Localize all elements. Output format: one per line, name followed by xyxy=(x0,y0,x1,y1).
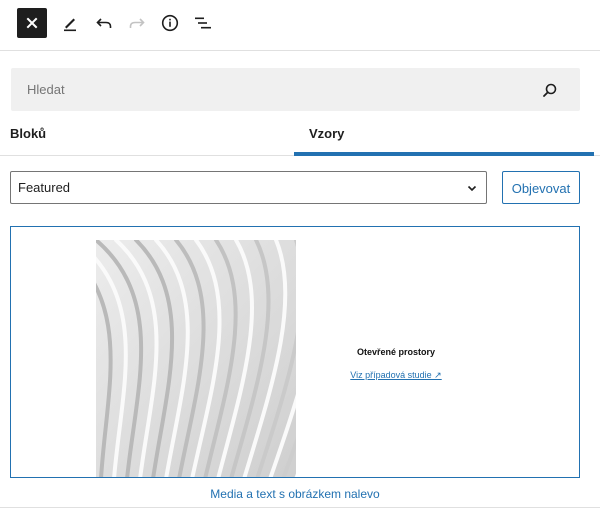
pattern-heading: Otevřené prostory xyxy=(356,347,436,357)
explore-button[interactable]: Objevovat xyxy=(502,171,580,204)
search-input[interactable] xyxy=(11,68,531,111)
divider xyxy=(0,507,600,508)
redo-button[interactable] xyxy=(122,8,152,38)
category-selected-value: Featured xyxy=(18,180,71,195)
info-icon xyxy=(161,14,179,32)
tab-blocks[interactable]: Bloků xyxy=(10,115,46,155)
pattern-image xyxy=(96,240,296,477)
pattern-preview[interactable]: Otevřené prostory Viz případová studie ↗ xyxy=(10,226,580,478)
list-view-button[interactable] xyxy=(188,8,218,38)
pattern-link: Viz případová studie ↗ xyxy=(350,370,442,380)
list-view-icon xyxy=(195,17,211,29)
search-box xyxy=(11,68,580,111)
chevron-down-icon xyxy=(467,185,477,192)
inserter-tabs: Bloků Vzory xyxy=(0,115,600,156)
tools-button[interactable] xyxy=(55,8,85,38)
search-icon[interactable] xyxy=(542,82,558,98)
pencil-icon xyxy=(64,18,76,32)
pattern-category-select[interactable]: Featured xyxy=(10,171,487,204)
redo-icon xyxy=(129,18,145,28)
undo-icon xyxy=(96,18,112,28)
pattern-caption[interactable]: Media a text s obrázkem nalevo xyxy=(0,487,590,501)
tab-patterns[interactable]: Vzory xyxy=(294,115,594,156)
undo-button[interactable] xyxy=(89,8,119,38)
details-button[interactable] xyxy=(155,8,185,38)
close-button[interactable] xyxy=(17,8,47,38)
editor-toolbar xyxy=(0,0,600,51)
close-icon xyxy=(26,17,38,29)
